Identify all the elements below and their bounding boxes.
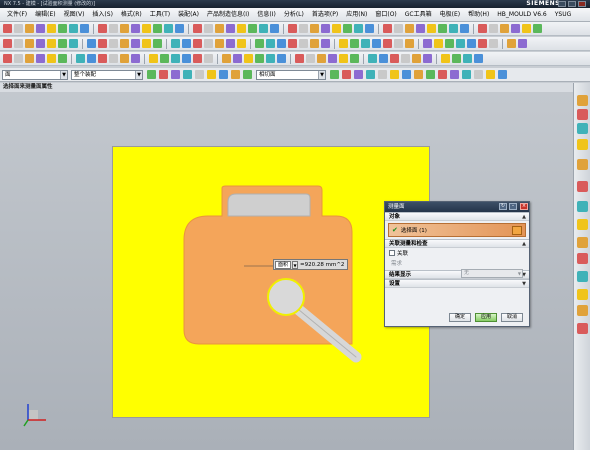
dialog-footer: 确定 应用 取消 xyxy=(385,313,529,322)
wcs-triad-icon xyxy=(23,404,46,427)
dialog-close-button[interactable]: × xyxy=(520,203,528,210)
group-object-header[interactable]: 对象 ▲ xyxy=(385,212,529,221)
group-settings-label: 设置 xyxy=(389,281,401,287)
resource-bar-icon[interactable] xyxy=(577,139,588,150)
chevron-up-icon: ▲ xyxy=(522,214,526,220)
resource-bar-icon[interactable] xyxy=(577,95,588,106)
part-slot xyxy=(227,193,311,217)
requirement-row: 需求 xyxy=(385,258,529,268)
select-faces-label: 选择面 (1) xyxy=(400,228,427,234)
apply-button[interactable]: 应用 xyxy=(475,313,497,322)
measurement-readout[interactable]: 面积 ▼ =920.28 mm^2 xyxy=(273,259,349,270)
chevron-down-icon: ▼ xyxy=(522,281,526,287)
requirement-label: 需求 xyxy=(391,261,403,267)
resource-bar-icon[interactable] xyxy=(577,159,588,170)
group-assoc-label: 关联测量和检查 xyxy=(389,241,428,247)
group-object-label: 对象 xyxy=(389,214,401,220)
chevron-down-icon[interactable]: ▼ xyxy=(292,260,298,269)
associative-row: 关联 xyxy=(385,248,529,258)
resource-bar-icon[interactable] xyxy=(577,289,588,300)
resource-bar-icon[interactable] xyxy=(577,181,588,192)
resource-bar-icon[interactable] xyxy=(577,123,588,134)
resource-bar-icon[interactable] xyxy=(577,201,588,212)
measure-face-dialog: 测量面 ↻ – × 对象 ▲ ✔ 选择面 (1) 关联测量和检查 ▲ 关联 需求… xyxy=(384,201,530,327)
dialog-collapse-icon[interactable]: – xyxy=(509,203,517,210)
select-faces-row[interactable]: ✔ 选择面 (1) xyxy=(388,223,526,237)
resource-bar-icon[interactable] xyxy=(577,271,588,282)
resource-bar-icon[interactable] xyxy=(577,109,588,120)
resource-bar-icon[interactable] xyxy=(577,305,588,316)
dialog-title: 测量面 xyxy=(388,204,405,210)
requirement-value: 无 xyxy=(464,270,470,276)
associative-checkbox[interactable] xyxy=(389,250,395,256)
resource-bar-icon[interactable] xyxy=(577,323,588,334)
group-settings-header[interactable]: 设置 ▼ xyxy=(385,279,529,288)
resource-bar-icon[interactable] xyxy=(577,237,588,248)
ok-button[interactable]: 确定 xyxy=(449,313,471,322)
measure-mode-select[interactable]: 面积 xyxy=(275,260,291,269)
checkmark-icon: ✔ xyxy=(392,226,398,234)
group-assoc-header[interactable]: 关联测量和检查 ▲ xyxy=(385,239,529,248)
requirement-dropdown[interactable]: 无 ▼ xyxy=(461,269,523,278)
resource-bar-icon[interactable] xyxy=(577,219,588,230)
resource-bar xyxy=(573,83,590,450)
measurement-value: =920.28 mm^2 xyxy=(300,261,345,268)
cancel-button[interactable]: 取消 xyxy=(501,313,523,322)
dialog-reset-icon[interactable]: ↻ xyxy=(499,203,507,210)
dialog-title-bar: 测量面 ↻ – × xyxy=(385,202,529,212)
chevron-down-icon: ▼ xyxy=(517,271,521,276)
resource-bar-icon[interactable] xyxy=(577,253,588,264)
group-results-label: 结果显示 xyxy=(389,272,412,278)
part-handle-head xyxy=(267,278,305,316)
associative-label: 关联 xyxy=(397,251,409,257)
face-select-icon[interactable] xyxy=(512,226,522,235)
chevron-up-icon: ▲ xyxy=(522,241,526,247)
